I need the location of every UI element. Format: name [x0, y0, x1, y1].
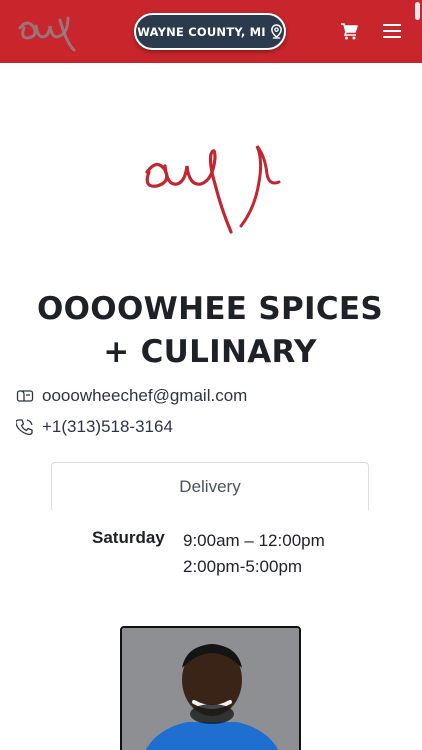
chef-photo [120, 626, 301, 750]
hamburger-menu-icon[interactable] [382, 22, 402, 40]
map-pin-icon [270, 24, 282, 39]
phone-link[interactable]: +1(313)518-3164 [42, 417, 173, 437]
hours-day: Saturday [92, 528, 165, 547]
hours-time-slot: 2:00pm-5:00pm [183, 557, 303, 576]
mailbox-icon [16, 390, 34, 402]
email-contact[interactable]: oooowheechef@gmail.com [16, 386, 247, 406]
page-scrollbar[interactable] [415, 2, 420, 20]
hours-time-slot: 9:00am – 12:00pm [183, 531, 325, 550]
chef-portrait-image [122, 628, 299, 750]
hero-logo-icon [145, 145, 281, 234]
tab-delivery-label: Delivery [179, 476, 241, 496]
email-link[interactable]: oooowheechef@gmail.com [42, 386, 247, 406]
cart-icon[interactable] [340, 22, 358, 40]
top-header-bar: WAYNE COUNTY, MI [0, 0, 422, 63]
location-label: WAYNE COUNTY, MI [137, 24, 266, 39]
phone-icon [16, 419, 33, 436]
hours-times: 9:00am – 12:00pm 2:00pm-5:00pm [183, 528, 325, 580]
business-name-heading: OOOOWHEE SPICES + CULINARY [36, 291, 384, 370]
brand-logo-icon[interactable] [14, 8, 94, 56]
phone-contact[interactable]: +1(313)518-3164 [16, 417, 173, 437]
location-selector-button[interactable]: WAYNE COUNTY, MI [134, 13, 286, 50]
tab-delivery[interactable]: Delivery [51, 462, 369, 510]
